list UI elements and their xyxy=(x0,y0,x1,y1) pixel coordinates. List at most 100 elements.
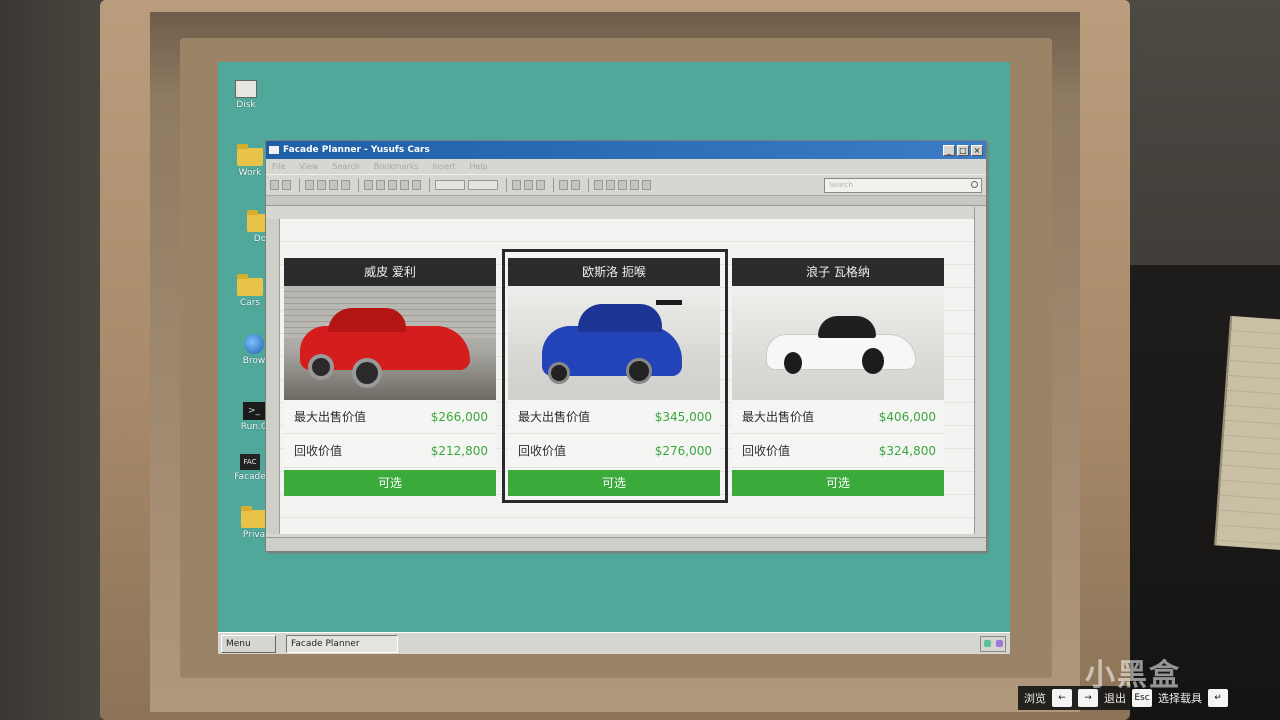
max-sale-row: 最大出售价值 $266,000 xyxy=(284,400,496,434)
list-icon[interactable] xyxy=(630,180,639,190)
column-ruler xyxy=(266,196,986,206)
desktop-icon-disk[interactable]: Disk xyxy=(218,80,274,110)
available-button[interactable]: 可选 xyxy=(508,470,720,496)
search-input[interactable]: Search xyxy=(824,177,982,193)
network-icon[interactable] xyxy=(983,640,991,647)
format-icon[interactable] xyxy=(341,180,350,190)
horizontal-scrollbar[interactable] xyxy=(266,537,986,551)
toolbar-divider xyxy=(358,178,359,192)
link-icon[interactable] xyxy=(400,180,409,190)
line-spacing-select[interactable] xyxy=(468,180,498,190)
toolbar: Search xyxy=(266,174,986,196)
menu-file[interactable]: File xyxy=(272,162,285,171)
available-button[interactable]: 可选 xyxy=(284,470,496,496)
browse-label: 浏览 xyxy=(1024,692,1046,705)
wheel xyxy=(626,358,652,384)
vehicle-image-blue-sedan xyxy=(508,286,720,400)
border-icon[interactable] xyxy=(536,180,545,190)
computer-icon xyxy=(235,80,257,98)
max-sale-label: 最大出售价值 xyxy=(294,410,367,424)
max-sale-row: 最大出售价值 $345,000 xyxy=(508,400,720,434)
table-icon[interactable] xyxy=(376,180,385,190)
indent-icon[interactable] xyxy=(642,180,651,190)
save-icon[interactable] xyxy=(282,180,291,190)
menu-view[interactable]: View xyxy=(299,162,318,171)
new-file-icon[interactable] xyxy=(270,180,279,190)
watermark: 小黑盒 xyxy=(1085,658,1181,693)
row-gutter xyxy=(266,219,280,534)
vehicle-name: 欧斯洛 扼喉 xyxy=(508,258,720,286)
minimize-button[interactable]: _ xyxy=(943,144,955,156)
buyback-value: $276,000 xyxy=(654,443,712,458)
wheel xyxy=(548,362,570,384)
image-icon[interactable] xyxy=(388,180,397,190)
desktop-screen: Disk Work Do Cars Brow >_ Run.C FAC Faca… xyxy=(218,62,1010,654)
search-placeholder: Search xyxy=(829,180,854,189)
align-center-icon[interactable] xyxy=(606,180,615,190)
toolbar-divider xyxy=(553,178,554,192)
buyback-value: $212,800 xyxy=(430,443,488,458)
buyback-row: 回收价值 $276,000 xyxy=(508,434,720,468)
window-titlebar[interactable]: Facade Planner - Yusufs Cars _ □ × xyxy=(266,141,986,159)
display-icon[interactable] xyxy=(995,640,1003,647)
wheel xyxy=(308,354,334,380)
toolbar-divider xyxy=(506,178,507,192)
vehicle-image-red-muscle-car xyxy=(284,286,496,400)
menu-bar: File View Search Bookmarks Insert Help xyxy=(266,159,986,174)
buyback-row: 回收价值 $324,800 xyxy=(732,434,944,468)
buyback-label: 回收价值 xyxy=(294,444,343,458)
toolbar-divider xyxy=(429,178,430,192)
car-roof xyxy=(578,304,662,332)
max-sale-label: 最大出售价值 xyxy=(518,410,591,424)
menu-help[interactable]: Help xyxy=(470,162,488,171)
columns-icon[interactable] xyxy=(524,180,533,190)
vehicle-card[interactable]: 浪子 瓦格纳 最大出售价值 $406,000 回收价值 $324,800 可选 xyxy=(732,258,944,498)
start-menu-button[interactable]: Menu xyxy=(221,634,276,653)
document-sheet: 威皮 爱利 最大出售价值 $266,000 回收价值 $212,800 可选 欧… xyxy=(280,219,975,534)
close-button[interactable]: × xyxy=(971,144,983,156)
maximize-button[interactable]: □ xyxy=(957,144,969,156)
paste-icon[interactable] xyxy=(329,180,338,190)
taskbar-item-facade-planner[interactable]: Facade Planner xyxy=(286,634,398,653)
menu-insert[interactable]: Insert xyxy=(433,162,456,171)
layout-icon[interactable] xyxy=(512,180,521,190)
buyback-label: 回收价值 xyxy=(742,444,791,458)
chart-icon[interactable] xyxy=(412,180,421,190)
cut-icon[interactable] xyxy=(305,180,314,190)
folder-icon xyxy=(237,144,263,166)
system-tray xyxy=(980,635,1006,652)
italic-icon[interactable] xyxy=(571,180,580,190)
car-canopy xyxy=(818,316,876,338)
max-sale-value: $406,000 xyxy=(878,409,936,424)
toolbar-divider xyxy=(299,178,300,192)
max-sale-label: 最大出售价值 xyxy=(742,410,815,424)
font-size-select[interactable] xyxy=(435,180,465,190)
vehicle-image-white-hypercar xyxy=(732,286,944,400)
copy-icon[interactable] xyxy=(317,180,326,190)
spoiler xyxy=(656,300,682,305)
folder-icon xyxy=(241,506,267,528)
max-sale-row: 最大出售价值 $406,000 xyxy=(732,400,944,434)
globe-icon xyxy=(244,334,264,354)
bold-icon[interactable] xyxy=(559,180,568,190)
facade-app-icon: FAC xyxy=(240,454,260,470)
menu-search[interactable]: Search xyxy=(332,162,359,171)
vertical-scrollbar[interactable] xyxy=(974,207,984,534)
terminal-icon: >_ xyxy=(243,402,265,420)
search-icon[interactable] xyxy=(971,180,978,188)
wheel xyxy=(352,358,382,388)
toolbar-divider xyxy=(588,178,589,192)
color-icon[interactable] xyxy=(364,180,373,190)
align-right-icon[interactable] xyxy=(618,180,627,190)
menu-label: Menu xyxy=(226,638,251,649)
align-left-icon[interactable] xyxy=(594,180,603,190)
enter-key-icon: ↵ xyxy=(1208,689,1228,707)
vehicle-card[interactable]: 威皮 爱利 最大出售价值 $266,000 回收价值 $212,800 可选 xyxy=(284,258,496,498)
vehicle-name: 威皮 爱利 xyxy=(284,258,496,286)
facade-planner-window: Facade Planner - Yusufs Cars _ □ × File … xyxy=(265,140,987,552)
max-sale-value: $345,000 xyxy=(654,409,712,424)
vehicle-card-selected[interactable]: 欧斯洛 扼喉 最大出售价值 $345,000 回收价值 $276,000 可选 xyxy=(508,258,720,498)
wheel xyxy=(862,348,884,374)
menu-bookmarks[interactable]: Bookmarks xyxy=(374,162,419,171)
available-button[interactable]: 可选 xyxy=(732,470,944,496)
